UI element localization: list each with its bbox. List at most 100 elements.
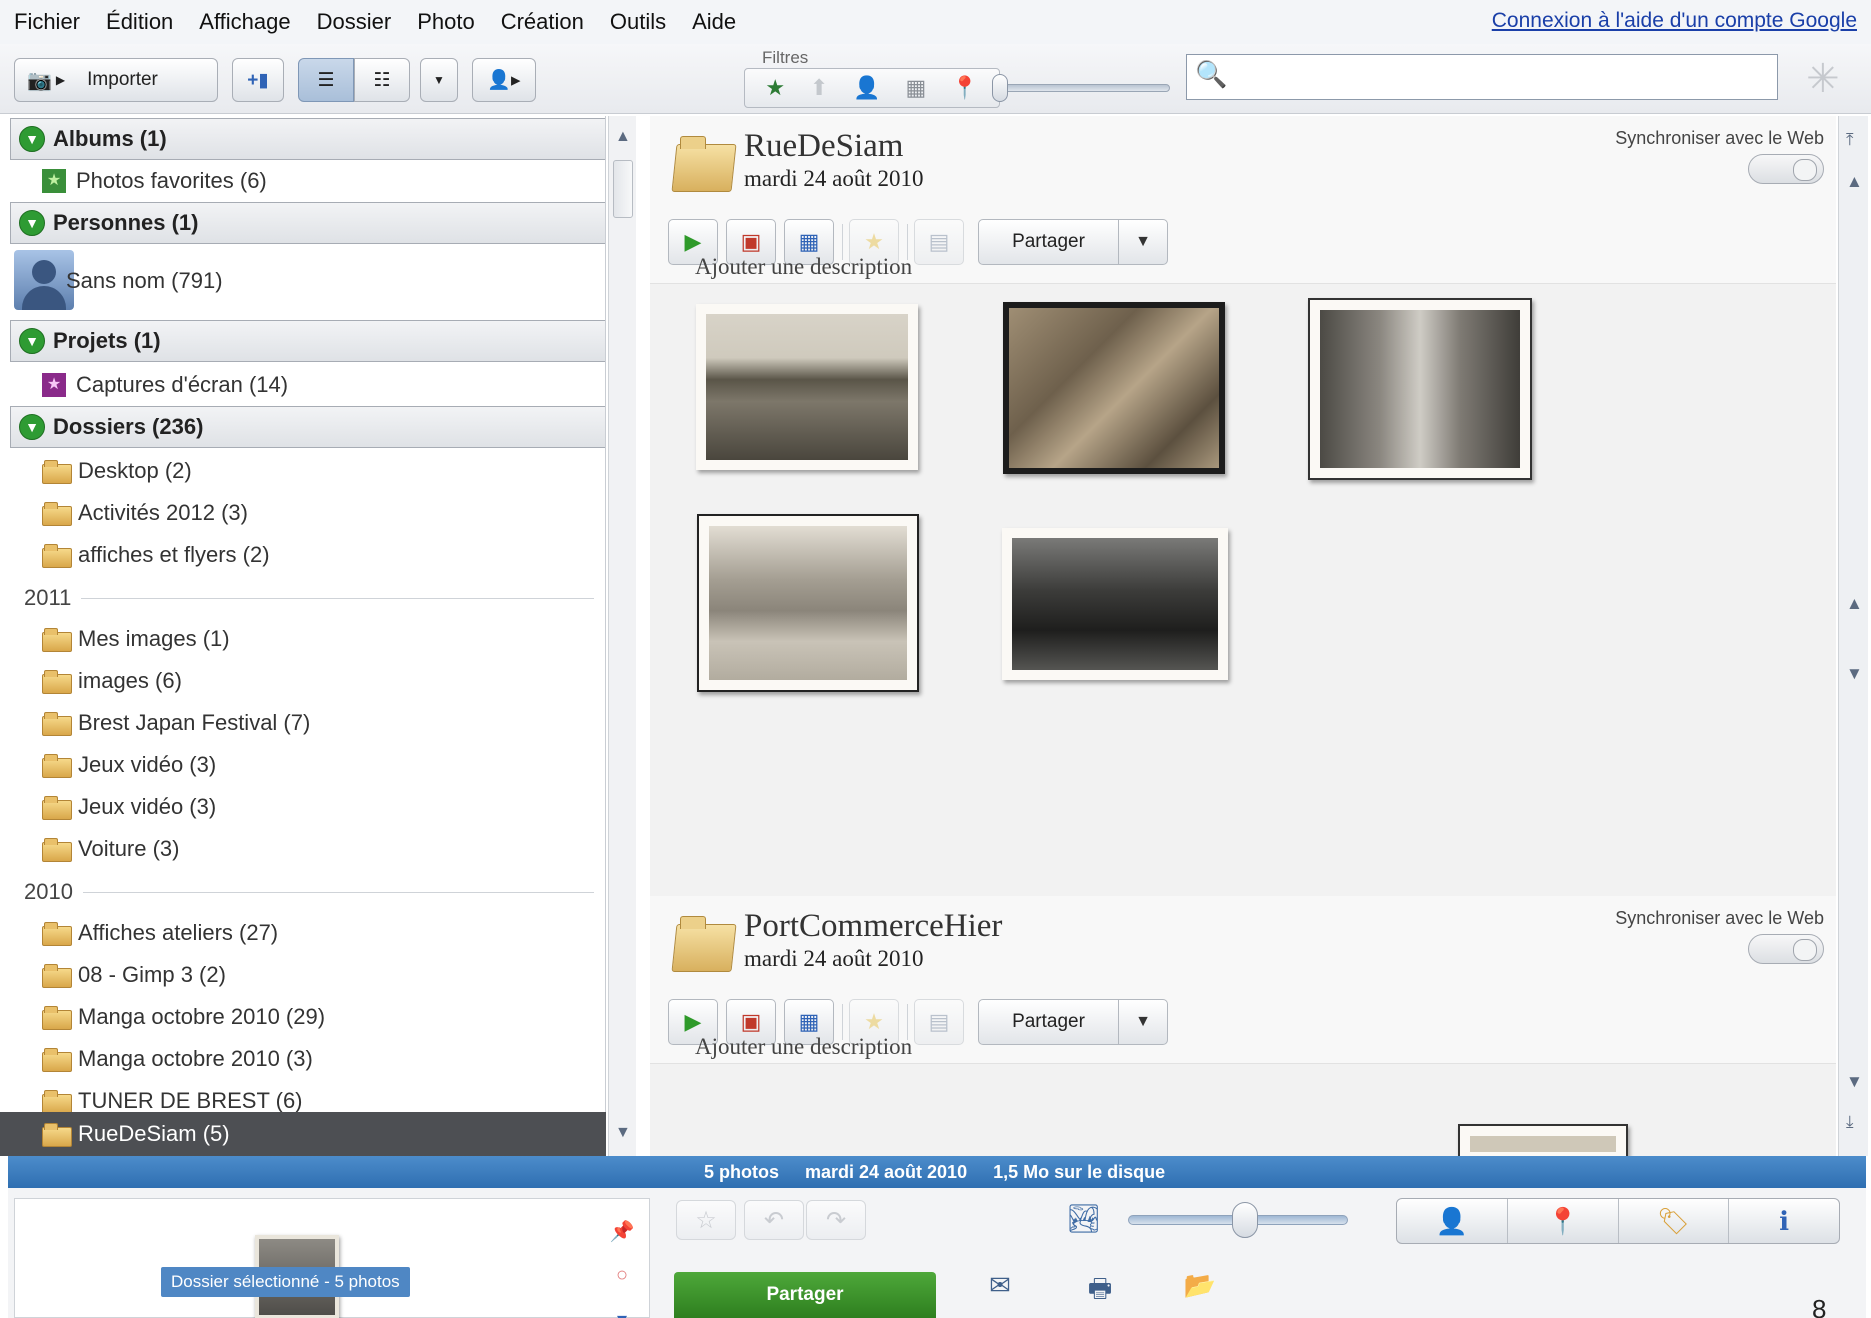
- share-button[interactable]: Partager ▼: [978, 999, 1168, 1045]
- section-dossiers[interactable]: ▼ Dossiers (236): [10, 406, 605, 448]
- scroll-up-icon[interactable]: ▲: [1846, 172, 1863, 192]
- folder-title[interactable]: RueDeSiam: [744, 128, 903, 165]
- folder-icon: [42, 754, 72, 778]
- scroll-bottom-icon[interactable]: ⤓: [1846, 1112, 1854, 1132]
- menu-outils[interactable]: Outils: [610, 9, 666, 35]
- section-albums[interactable]: ▼ Albums (1): [10, 118, 605, 160]
- expand-icon[interactable]: ▼: [19, 210, 45, 236]
- menu-photo[interactable]: Photo: [417, 9, 475, 35]
- folder-label: affiches et flyers (2): [78, 542, 270, 567]
- photo-thumbnail[interactable]: [1308, 298, 1532, 480]
- people-panel-button[interactable]: 👤: [1397, 1199, 1508, 1243]
- date-filter-slider[interactable]: [1000, 84, 1170, 92]
- flat-view-button[interactable]: ☰: [298, 58, 354, 102]
- folder-item[interactable]: Manga octobre 2010 (29): [42, 996, 325, 1038]
- person-icon[interactable]: 👤: [853, 75, 880, 101]
- section-projets[interactable]: ▼ Projets (1): [10, 320, 605, 362]
- rotate-left-button[interactable]: ↶: [744, 1200, 804, 1240]
- scroll-top-icon[interactable]: ⤒: [1846, 130, 1854, 150]
- email-icon[interactable]: ✉: [980, 1270, 1020, 1301]
- folder-item[interactable]: Desktop (2): [42, 450, 192, 492]
- expand-icon[interactable]: ▼: [19, 126, 45, 152]
- menu-creation[interactable]: Création: [501, 9, 584, 35]
- chevron-down-icon[interactable]: ▼: [1119, 233, 1167, 251]
- share-button[interactable]: Partager ▼: [978, 219, 1168, 265]
- star-icon[interactable]: ★: [765, 75, 785, 101]
- export-icon[interactable]: 📂: [1180, 1270, 1220, 1301]
- sidebar-item-sans-nom[interactable]: Sans nom (791): [8, 246, 605, 316]
- movie-icon[interactable]: ▦: [906, 75, 927, 101]
- menu-fichier[interactable]: Fichier: [14, 9, 80, 35]
- folder-title[interactable]: PortCommerceHier: [744, 908, 1002, 945]
- scroll-down-icon[interactable]: ▼: [615, 1124, 631, 1142]
- folder-label: 08 - Gimp 3 (2): [78, 962, 226, 987]
- section-personnes[interactable]: ▼ Personnes (1): [10, 202, 605, 244]
- properties-panel-button[interactable]: ℹ: [1729, 1199, 1839, 1243]
- share-google-button[interactable]: Partager: [674, 1272, 936, 1318]
- add-to-album-icon[interactable]: ▾: [593, 1299, 651, 1318]
- upload-icon[interactable]: ⬆: [810, 75, 828, 101]
- folder-item[interactable]: Brest Japan Festival (7): [42, 702, 310, 744]
- search-input[interactable]: [1233, 61, 1763, 93]
- grid-scrollbar[interactable]: ⤒ ▲ ▲ ▼ ▼ ⤓: [1838, 116, 1868, 1156]
- folder-item[interactable]: affiches et flyers (2): [42, 534, 270, 576]
- places-panel-button[interactable]: 📍: [1508, 1199, 1619, 1243]
- sidebar-item-selected[interactable]: RueDeSiam (5): [0, 1112, 606, 1156]
- scroll-page-down-icon[interactable]: ▼: [1846, 664, 1863, 684]
- folder-item[interactable]: Jeux vidéo (3): [42, 786, 216, 828]
- print-icon[interactable]: 🖶: [1080, 1270, 1120, 1314]
- scrollbar-thumb[interactable]: [613, 160, 633, 218]
- add-description[interactable]: Ajouter une description: [695, 254, 912, 280]
- star-button[interactable]: ☆: [676, 1200, 736, 1240]
- clear-icon[interactable]: ○: [593, 1255, 651, 1295]
- folder-item[interactable]: Voiture (3): [42, 828, 180, 870]
- sidebar-scrollbar[interactable]: ▲ ▼: [608, 116, 636, 1156]
- photo-thumbnail[interactable]: [697, 514, 919, 692]
- people-button[interactable]: 👤▸: [472, 58, 536, 102]
- rotate-right-button[interactable]: ↷: [806, 1200, 866, 1240]
- folder-item[interactable]: Jeux vidéo (3): [42, 744, 216, 786]
- expand-icon[interactable]: ▼: [19, 414, 45, 440]
- menu-affichage[interactable]: Affichage: [199, 9, 290, 35]
- zoom-slider-thumb[interactable]: [1232, 1202, 1258, 1238]
- menu-aide[interactable]: Aide: [692, 9, 736, 35]
- map-pin-icon[interactable]: 📍: [951, 75, 978, 101]
- folder-item[interactable]: Activités 2012 (3): [42, 492, 248, 534]
- expand-icon[interactable]: ▼: [19, 328, 45, 354]
- import-button[interactable]: 📷 ▶ Importer: [14, 58, 218, 102]
- folder-item[interactable]: Affiches ateliers (27): [42, 912, 278, 954]
- folder-icon: [42, 628, 72, 652]
- view-menu-button[interactable]: ▼: [420, 58, 458, 102]
- sync-toggle[interactable]: [1748, 934, 1824, 964]
- menu-edition[interactable]: Édition: [106, 9, 173, 35]
- menu-dossier[interactable]: Dossier: [317, 9, 392, 35]
- photo-thumbnail[interactable]: [1002, 528, 1228, 680]
- sidebar-item-captures[interactable]: ★ Captures d'écran (14): [42, 364, 288, 406]
- date-filter-thumb[interactable]: [992, 74, 1008, 102]
- sidebar-item-photos-favorites[interactable]: ★ Photos favorites (6): [42, 160, 267, 202]
- folder-item[interactable]: Mes images (1): [42, 618, 230, 660]
- add-description[interactable]: Ajouter une description: [695, 1034, 912, 1060]
- chevron-down-icon[interactable]: ▼: [1119, 1013, 1167, 1031]
- sync-toggle[interactable]: [1748, 154, 1824, 184]
- star-icon: ☆: [695, 1206, 717, 1234]
- photo-thumbnail[interactable]: [1003, 302, 1225, 474]
- tags-panel-button[interactable]: 🏷: [1619, 1199, 1730, 1243]
- pin-icon[interactable]: 📌: [593, 1211, 651, 1251]
- share-label: Partager: [979, 220, 1119, 264]
- google-login-link[interactable]: Connexion à l'aide d'un compte Google: [1492, 9, 1857, 33]
- photo-thumbnail[interactable]: [1458, 1124, 1628, 1156]
- folder-item[interactable]: 08 - Gimp 3 (2): [42, 954, 226, 996]
- save-button[interactable]: ▤: [914, 219, 964, 265]
- scroll-down-icon[interactable]: ▼: [1846, 1072, 1863, 1092]
- tree-view-button[interactable]: ☷: [354, 58, 410, 102]
- photo-thumbnail[interactable]: [696, 304, 918, 470]
- folder-item[interactable]: Manga octobre 2010 (3): [42, 1038, 313, 1080]
- scroll-page-up-icon[interactable]: ▲: [1846, 594, 1863, 614]
- filter-buttons: ★ ⬆ 👤 ▦ 📍: [744, 68, 1000, 108]
- folder-item[interactable]: images (6): [42, 660, 182, 702]
- save-button[interactable]: ▤: [914, 999, 964, 1045]
- add-to-album-button[interactable]: +▮: [232, 58, 284, 102]
- scroll-up-icon[interactable]: ▲: [615, 128, 631, 146]
- info-buttons: 👤 📍 🏷 ℹ: [1396, 1198, 1840, 1244]
